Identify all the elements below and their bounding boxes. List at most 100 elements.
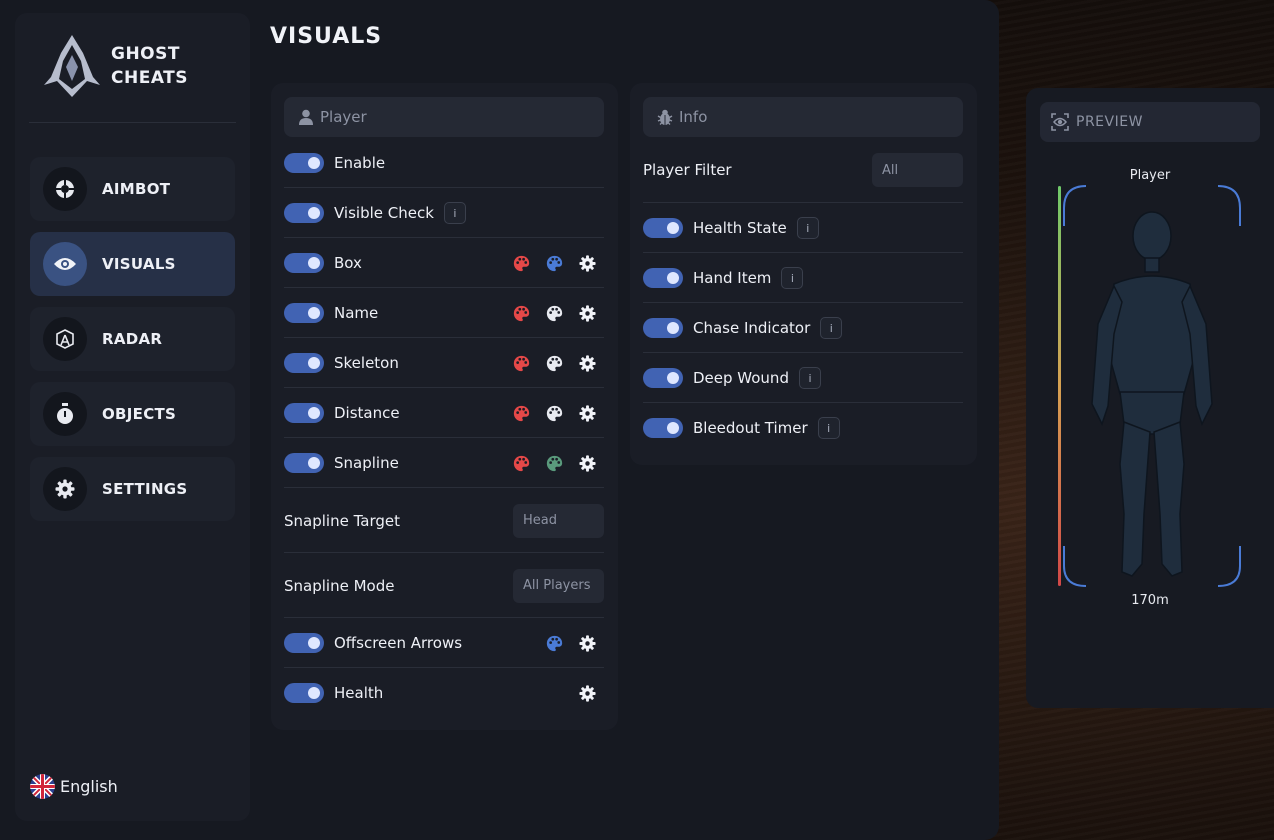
hand-item-toggle[interactable]	[643, 268, 683, 288]
crosshair-icon	[43, 167, 87, 211]
brand-name: GHOST CHEATS	[111, 42, 221, 90]
health-actions	[571, 681, 604, 705]
deep-wound-label: Deep Wound	[693, 369, 789, 387]
nav-label-objects: OBJECTS	[102, 405, 177, 423]
snapline-toggle[interactable]	[284, 453, 324, 473]
brand-logo: GHOST CHEATS	[43, 33, 221, 99]
preview-header: PREVIEW	[1040, 102, 1260, 142]
skeleton-label: Skeleton	[334, 354, 399, 372]
info-panel-title: Info	[679, 108, 708, 126]
enable-toggle[interactable]	[284, 153, 324, 173]
row-health: Health	[284, 668, 604, 718]
skeleton-toggle[interactable]	[284, 353, 324, 373]
bleedout-timer-info-icon[interactable]: i	[817, 417, 840, 439]
snapline-target-label: Snapline Target	[284, 511, 400, 530]
snapline-mode-select[interactable]: All Players	[513, 568, 604, 603]
palette-red-icon[interactable]	[505, 351, 538, 375]
nav-label-radar: RADAR	[102, 330, 163, 348]
nav-item-visuals[interactable]: VISUALS	[30, 232, 235, 296]
hand-item-info-icon[interactable]: i	[781, 267, 804, 289]
row-skeleton: Skeleton	[284, 338, 604, 388]
palette-blue-icon[interactable]	[538, 631, 571, 655]
name-label: Name	[334, 304, 379, 322]
language-selector[interactable]: English	[30, 774, 118, 799]
distance-toggle[interactable]	[284, 403, 324, 423]
deep-wound-info-icon[interactable]: i	[798, 367, 821, 389]
palette-red-icon[interactable]	[505, 401, 538, 425]
hand-item-label: Hand Item	[693, 269, 772, 287]
gear-icon[interactable]	[571, 301, 604, 325]
preview-distance: 170m	[1131, 593, 1169, 608]
gear-icon[interactable]	[571, 681, 604, 705]
row-offscreen-arrows: Offscreen Arrows	[284, 618, 604, 668]
bleedout-timer-toggle[interactable]	[643, 418, 683, 438]
distance-actions	[505, 401, 604, 425]
eye-icon	[43, 242, 87, 286]
distance-label: Distance	[334, 404, 400, 422]
snapline-label: Snapline	[334, 454, 399, 472]
gear-icon[interactable]	[571, 401, 604, 425]
sidebar-divider	[29, 122, 236, 123]
row-enable: Enable	[284, 138, 604, 188]
chase-indicator-info-icon[interactable]: i	[820, 317, 843, 339]
nav-item-radar[interactable]: RADAR	[30, 307, 235, 371]
palette-red-icon[interactable]	[505, 451, 538, 475]
palette-white-icon[interactable]	[538, 401, 571, 425]
info-panel: Info Player Filter All Health State i Ha…	[630, 83, 977, 465]
palette-white-icon[interactable]	[538, 351, 571, 375]
cheat-menu-window: GHOST CHEATS AIMBOT VISUALS RADAR OBJECT…	[0, 0, 999, 840]
health-label: Health	[334, 684, 384, 702]
name-toggle[interactable]	[284, 303, 324, 323]
box-label: Box	[334, 254, 362, 272]
ghost-logo-icon	[44, 35, 100, 97]
row-box: Box	[284, 238, 604, 288]
stopwatch-icon	[43, 392, 87, 436]
box-toggle[interactable]	[284, 253, 324, 273]
name-actions	[505, 301, 604, 325]
row-health-state: Health State i	[643, 203, 963, 253]
health-state-label: Health State	[693, 219, 787, 237]
palette-red-icon[interactable]	[505, 251, 538, 275]
palette-white-icon[interactable]	[538, 301, 571, 325]
skeleton-actions	[505, 351, 604, 375]
chase-indicator-toggle[interactable]	[643, 318, 683, 338]
visible-check-toggle[interactable]	[284, 203, 324, 223]
visible-check-info-icon[interactable]: i	[443, 202, 466, 224]
nav-item-objects[interactable]: OBJECTS	[30, 382, 235, 446]
mannequin-figure	[1091, 211, 1213, 577]
snapline-target-select[interactable]: Head	[513, 503, 604, 538]
radar-icon	[43, 317, 87, 361]
snapline-mode-label: Snapline Mode	[284, 576, 395, 595]
offscreen-arrows-label: Offscreen Arrows	[334, 634, 463, 652]
bug-icon	[656, 108, 674, 126]
gear-icon[interactable]	[571, 631, 604, 655]
row-bleedout-timer: Bleedout Timer i	[643, 403, 963, 453]
user-icon	[297, 108, 315, 126]
snapline-actions	[505, 451, 604, 475]
bleedout-timer-label: Bleedout Timer	[693, 419, 808, 437]
eye-scan-icon	[1051, 113, 1069, 131]
row-hand-item: Hand Item i	[643, 253, 963, 303]
offscreen-arrows-toggle[interactable]	[284, 633, 324, 653]
gear-icon[interactable]	[571, 451, 604, 475]
nav-label-visuals: VISUALS	[102, 255, 176, 273]
health-state-toggle[interactable]	[643, 218, 683, 238]
nav-item-aimbot[interactable]: AIMBOT	[30, 157, 235, 221]
preview-esp-box	[1063, 185, 1241, 587]
preview-health-bar	[1058, 186, 1061, 586]
palette-green-icon[interactable]	[538, 451, 571, 475]
palette-blue-icon[interactable]	[538, 251, 571, 275]
row-snapline: Snapline	[284, 438, 604, 488]
palette-red-icon[interactable]	[505, 301, 538, 325]
gear-icon	[43, 467, 87, 511]
player-panel-title: Player	[320, 108, 367, 126]
gear-icon[interactable]	[571, 351, 604, 375]
health-state-info-icon[interactable]: i	[796, 217, 819, 239]
row-chase-indicator: Chase Indicator i	[643, 303, 963, 353]
sidebar: GHOST CHEATS AIMBOT VISUALS RADAR OBJECT…	[15, 13, 250, 821]
deep-wound-toggle[interactable]	[643, 368, 683, 388]
gear-icon[interactable]	[571, 251, 604, 275]
health-toggle[interactable]	[284, 683, 324, 703]
player-filter-select[interactable]: All	[872, 153, 963, 187]
nav-item-settings[interactable]: SETTINGS	[30, 457, 235, 521]
